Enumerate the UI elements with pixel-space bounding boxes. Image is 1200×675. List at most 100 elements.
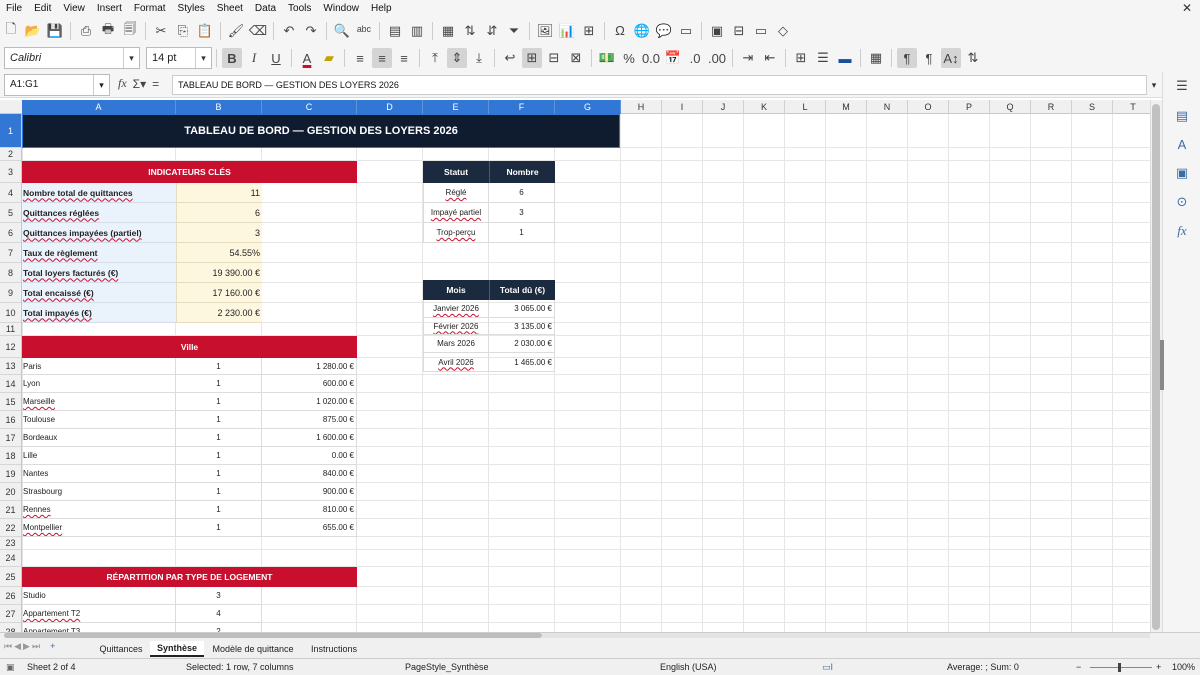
unmerge-cells-icon[interactable]: ⊠ xyxy=(566,48,586,68)
type-name-cell[interactable]: Appartement T2 xyxy=(22,605,176,623)
row-header-20[interactable]: 20 xyxy=(0,483,21,501)
open-folder-icon[interactable]: 📂 xyxy=(23,21,43,41)
clear-formatting-icon[interactable]: ⌫ xyxy=(248,21,268,41)
mois-value-cell[interactable]: 3 065.00 € xyxy=(489,300,555,318)
row-header-16[interactable]: 16 xyxy=(0,411,21,429)
kpi-label-cell[interactable]: Total impayés (€) xyxy=(22,303,176,323)
language-status[interactable]: English (USA) xyxy=(660,661,717,674)
column-header-j[interactable]: J xyxy=(703,100,744,114)
new-document-icon[interactable]: 🗋 xyxy=(1,21,21,41)
kpi-label-cell[interactable]: Quittances réglées xyxy=(22,203,176,223)
row-header-8[interactable]: 8 xyxy=(0,263,21,283)
ville-name-cell[interactable]: Marseille xyxy=(22,393,176,411)
row-header-24[interactable]: 24 xyxy=(0,550,21,567)
kpi-label-cell[interactable]: Total encaissé (€) xyxy=(22,283,176,303)
export-pdf-icon[interactable]: ⎙ xyxy=(76,21,96,41)
column-header-f[interactable]: F xyxy=(489,100,555,114)
type-count-cell[interactable]: 4 xyxy=(176,605,262,623)
row-header-10[interactable]: 10 xyxy=(0,303,21,323)
mois-label-cell[interactable]: Janvier 2026 xyxy=(423,300,489,318)
insert-chart-icon[interactable]: 📊 xyxy=(557,21,577,41)
ville-amount-cell[interactable]: 1 020.00 € xyxy=(262,393,357,411)
print-preview-icon[interactable]: 🗐 xyxy=(120,21,140,41)
row-header-11[interactable]: 11 xyxy=(0,323,21,336)
ville-count-cell[interactable]: 1 xyxy=(176,447,262,465)
autofilter-grid-icon[interactable]: ▦ xyxy=(438,21,458,41)
paste-icon[interactable]: 📋 xyxy=(195,21,215,41)
decrease-indent-icon[interactable]: ⇤ xyxy=(760,48,780,68)
add-decimal-icon[interactable]: .0 xyxy=(685,48,705,68)
menu-data[interactable]: Data xyxy=(249,0,282,17)
ville-count-cell[interactable]: 1 xyxy=(176,411,262,429)
row-header-18[interactable]: 18 xyxy=(0,447,21,465)
kpi-label-cell[interactable]: Quittances impayées (partiel) xyxy=(22,223,176,243)
kpi-value-cell[interactable]: 3 xyxy=(176,223,262,243)
cut-icon[interactable]: ✂ xyxy=(151,21,171,41)
column-icon[interactable]: ▥ xyxy=(407,21,427,41)
properties-icon[interactable]: ▤ xyxy=(1173,107,1191,125)
split-window-icon[interactable]: ▭ xyxy=(751,21,771,41)
special-character-icon[interactable]: Ω xyxy=(610,21,630,41)
sum-status[interactable]: Average: ; Sum: 0 xyxy=(947,661,1019,674)
header-footer-icon[interactable]: ▭ xyxy=(676,21,696,41)
zoom-in-icon[interactable]: + xyxy=(1156,661,1161,674)
ville-amount-cell[interactable]: 1 280.00 € xyxy=(262,358,357,375)
tab-synthese[interactable]: Synthèse xyxy=(150,641,204,657)
ville-name-cell[interactable]: Paris xyxy=(22,358,176,375)
ville-count-cell[interactable]: 1 xyxy=(176,465,262,483)
navigator-icon[interactable]: ⊙ xyxy=(1173,193,1191,211)
ville-amount-cell[interactable]: 600.00 € xyxy=(262,375,357,393)
ville-name-cell[interactable]: Montpellier xyxy=(22,519,176,537)
ville-count-cell[interactable]: 1 xyxy=(176,375,262,393)
mois-value-cell[interactable]: 1 465.00 € xyxy=(489,353,555,372)
row-header-28[interactable]: 28 xyxy=(0,623,21,633)
row-header-2[interactable]: 2 xyxy=(0,148,21,161)
row-header-25[interactable]: 25 xyxy=(0,567,21,587)
row-header-6[interactable]: 6 xyxy=(0,223,21,243)
date-format-icon[interactable]: 📅 xyxy=(663,48,683,68)
ville-name-cell[interactable]: Lyon xyxy=(22,375,176,393)
number-format-icon[interactable]: 0.0 xyxy=(641,48,661,68)
italic-icon[interactable]: I xyxy=(244,48,264,68)
merge-cells-icon[interactable]: ⊟ xyxy=(544,48,564,68)
tab-instructions[interactable]: Instructions xyxy=(304,641,364,657)
define-print-area-icon[interactable]: ▣ xyxy=(707,21,727,41)
ville-name-cell[interactable]: Bordeaux xyxy=(22,429,176,447)
ville-amount-cell[interactable]: 0.00 € xyxy=(262,447,357,465)
ville-amount-cell[interactable]: 900.00 € xyxy=(262,483,357,501)
row-header-3[interactable]: 3 xyxy=(0,161,21,183)
highlight-color-icon[interactable]: ▰ xyxy=(319,48,339,68)
ville-name-cell[interactable]: Rennes xyxy=(22,501,176,519)
row-header-5[interactable]: 5 xyxy=(0,203,21,223)
menu-sheet[interactable]: Sheet xyxy=(211,0,249,17)
ville-count-cell[interactable]: 1 xyxy=(176,393,262,411)
row-header-1[interactable]: 1 xyxy=(0,114,21,148)
column-header-o[interactable]: O xyxy=(908,100,949,114)
row-header-15[interactable]: 15 xyxy=(0,393,21,411)
row-header-4[interactable]: 4 xyxy=(0,183,21,203)
zoom-level[interactable]: 100% xyxy=(1172,661,1195,674)
add-sheet-icon[interactable]: + xyxy=(50,641,55,652)
sort-ascending-icon[interactable]: ⇅ xyxy=(460,21,480,41)
menu-insert[interactable]: Insert xyxy=(91,0,128,17)
wrap-text-icon[interactable]: ↩ xyxy=(500,48,520,68)
kpi-value-cell[interactable]: 11 xyxy=(176,183,262,203)
prev-sheet-icon[interactable]: ◀ xyxy=(14,641,21,652)
align-left-icon[interactable]: ≡ xyxy=(350,48,370,68)
save-icon[interactable]: 💾 xyxy=(45,21,65,41)
gallery-icon[interactable]: ▣ xyxy=(1173,164,1191,182)
menu-format[interactable]: Format xyxy=(128,0,172,17)
align-middle-icon[interactable]: ⇕ xyxy=(447,48,467,68)
pivot-table-icon[interactable]: ⊞ xyxy=(579,21,599,41)
merge-center-icon[interactable]: ⊞ xyxy=(522,48,542,68)
ville-count-cell[interactable]: 1 xyxy=(176,358,262,375)
menu-styles[interactable]: Styles xyxy=(172,0,211,17)
statut-header-cell[interactable]: Statut xyxy=(423,161,489,183)
row-header-17[interactable]: 17 xyxy=(0,429,21,447)
font-name-box[interactable]: Calibri ▾ xyxy=(4,47,140,69)
align-center-icon[interactable]: ≡ xyxy=(372,48,392,68)
ville-count-cell[interactable]: 1 xyxy=(176,501,262,519)
type-name-cell[interactable]: Appartement T3 xyxy=(22,623,176,632)
type-count-cell[interactable]: 3 xyxy=(176,587,262,605)
tab-modele-de-quittance[interactable]: Modèle de quittance xyxy=(208,641,298,657)
